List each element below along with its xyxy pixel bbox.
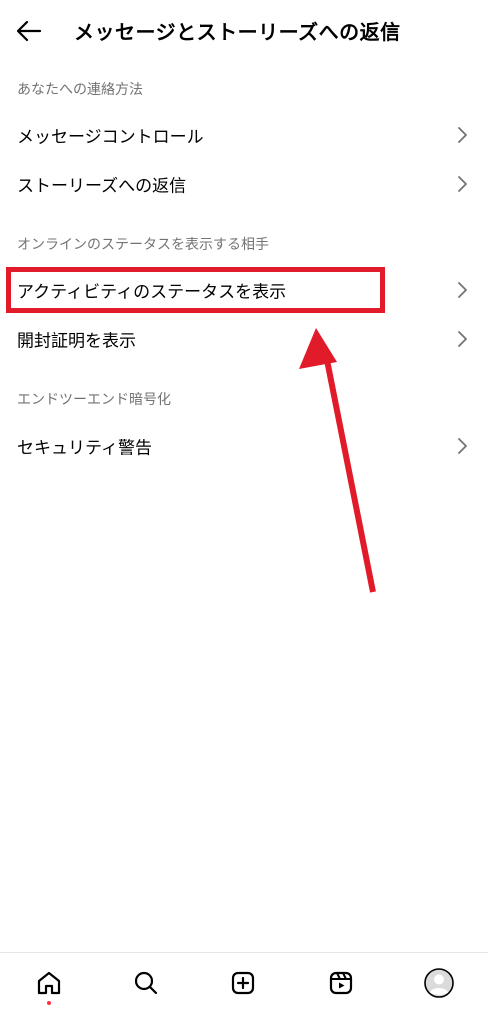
settings-item-label: ストーリーズへの返信 bbox=[17, 176, 187, 197]
settings-item-read-receipts[interactable]: 開封証明を表示 bbox=[0, 316, 488, 362]
profile-avatar-icon bbox=[424, 968, 454, 998]
settings-item-security-alerts[interactable]: セキュリティ警告 bbox=[0, 423, 488, 469]
annotation-highlight-box bbox=[6, 267, 385, 313]
settings-item-label: セキュリティ警告 bbox=[17, 438, 152, 459]
chevron-right-icon bbox=[458, 438, 467, 454]
add-post-icon bbox=[231, 971, 255, 995]
search-icon bbox=[134, 971, 158, 995]
arrow-left-icon bbox=[16, 20, 42, 42]
chevron-right-icon bbox=[458, 331, 467, 347]
header: メッセージとストーリーズへの返信 bbox=[0, 0, 488, 64]
page-title: メッセージとストーリーズへの返信 bbox=[74, 20, 401, 44]
bottom-nav bbox=[0, 952, 488, 1024]
back-button[interactable] bbox=[12, 14, 46, 48]
nav-profile[interactable] bbox=[419, 963, 459, 1003]
settings-item-story-replies[interactable]: ストーリーズへの返信 bbox=[0, 161, 488, 207]
notification-dot bbox=[47, 1001, 51, 1005]
home-icon bbox=[37, 971, 61, 995]
section-label-online-status: オンラインのステータスを表示する相手 bbox=[17, 237, 269, 253]
nav-home[interactable] bbox=[29, 963, 69, 1005]
nav-search[interactable] bbox=[126, 963, 166, 1003]
settings-item-label: 開封証明を表示 bbox=[17, 331, 136, 352]
nav-create[interactable] bbox=[223, 963, 263, 1003]
reels-icon bbox=[329, 971, 353, 995]
chevron-right-icon bbox=[458, 127, 467, 143]
settings-item-label: メッセージコントロール bbox=[17, 127, 204, 148]
settings-item-message-controls[interactable]: メッセージコントロール bbox=[0, 112, 488, 158]
section-label-contact: あなたへの連絡方法 bbox=[17, 82, 143, 98]
section-label-e2ee: エンドツーエンド暗号化 bbox=[17, 392, 171, 408]
nav-reels[interactable] bbox=[321, 963, 361, 1003]
chevron-right-icon bbox=[458, 282, 467, 298]
chevron-right-icon bbox=[458, 176, 467, 192]
